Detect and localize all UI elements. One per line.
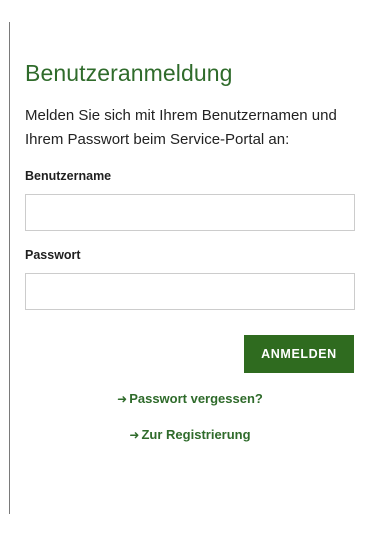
password-input[interactable] xyxy=(25,273,355,310)
username-label: Benutzername xyxy=(25,169,112,183)
username-input[interactable] xyxy=(25,194,355,231)
forgot-password-link[interactable]: ➜ Passwort vergessen? xyxy=(117,391,263,406)
password-label: Passwort xyxy=(25,248,81,262)
arrow-right-icon: ➜ xyxy=(117,392,128,406)
arrow-right-icon: ➜ xyxy=(129,428,140,442)
login-instructions: Melden Sie sich mit Ihrem Benutzernamen … xyxy=(25,107,337,148)
forgot-password-text: Passwort vergessen? xyxy=(129,391,263,406)
page-title: Benutzeranmeldung xyxy=(25,60,233,86)
register-text: Zur Registrierung xyxy=(141,427,251,442)
left-divider xyxy=(9,22,10,514)
login-button[interactable]: ANMELDEN xyxy=(244,335,354,373)
login-button-row: ANMELDEN xyxy=(25,335,355,373)
register-link[interactable]: ➜ Zur Registrierung xyxy=(129,427,250,442)
forgot-password-row: ➜ Passwort vergessen? xyxy=(25,391,355,406)
login-panel: Benutzeranmeldung Melden Sie sich mit Ih… xyxy=(25,58,355,442)
register-row: ➜ Zur Registrierung xyxy=(25,427,355,442)
